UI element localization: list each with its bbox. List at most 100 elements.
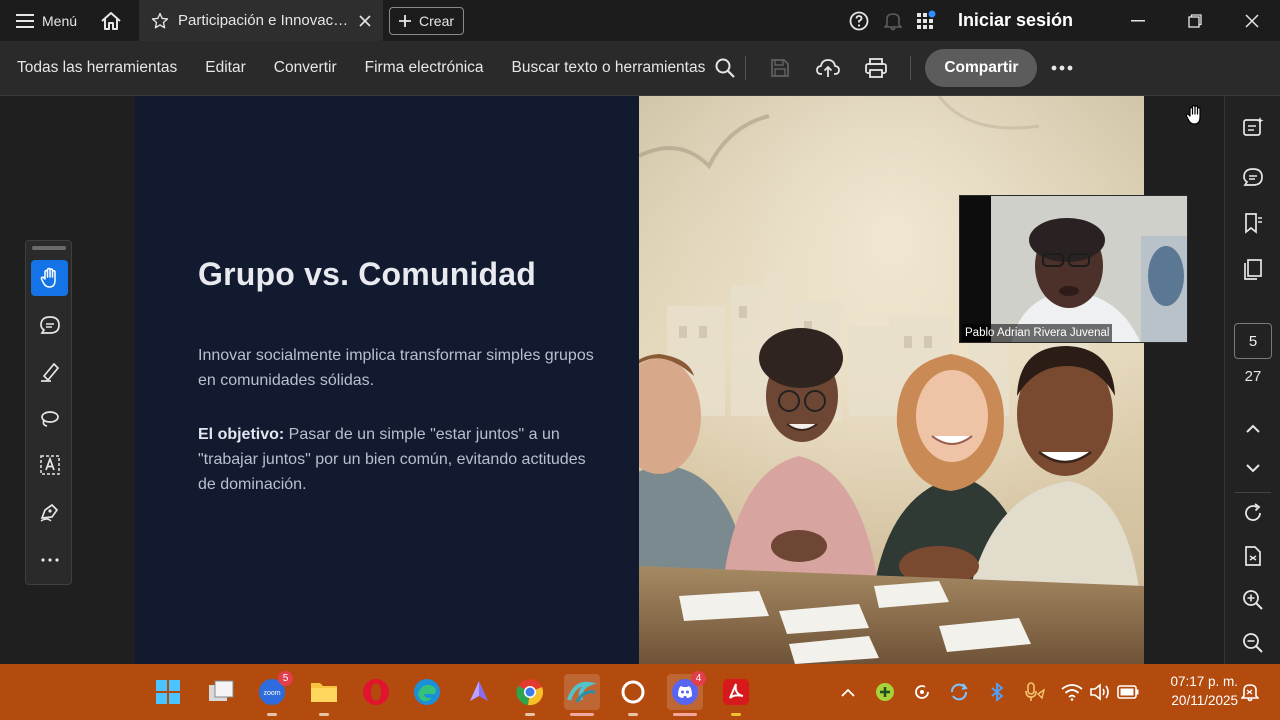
opera-button[interactable] <box>358 674 394 710</box>
star-icon[interactable] <box>151 12 169 30</box>
svg-text:zoom: zoom <box>263 690 280 697</box>
hand-tool-button[interactable] <box>31 260 68 296</box>
minimize-button[interactable] <box>1109 0 1166 41</box>
rail-drag-handle[interactable] <box>32 246 66 250</box>
previous-page-button[interactable] <box>1239 414 1267 442</box>
notification-bell-icon <box>1241 684 1259 702</box>
wifi-button[interactable] <box>1060 680 1084 704</box>
battery-icon <box>1117 685 1139 699</box>
comment-tool-button[interactable] <box>31 308 68 344</box>
microphone-button[interactable] <box>1023 680 1047 704</box>
sign-tool-button[interactable] <box>31 494 68 530</box>
show-hidden-icons-button[interactable] <box>836 680 860 704</box>
hand-cursor-icon <box>1185 104 1201 125</box>
notifications-button[interactable] <box>876 0 910 41</box>
share-button[interactable]: Compartir <box>925 49 1038 87</box>
document-viewport[interactable]: Grupo vs. Comunidad Innovar socialmente … <box>0 96 1224 664</box>
convert-link[interactable]: Convertir <box>260 59 351 77</box>
home-button[interactable] <box>91 0 131 41</box>
notification-center-button[interactable] <box>1238 680 1262 704</box>
current-page-input[interactable]: 5 <box>1234 323 1272 359</box>
lasso-icon <box>40 411 59 427</box>
main-toolbar: Todas las herramientas Editar Convertir … <box>0 41 1280 96</box>
wave-app-button[interactable] <box>564 674 600 716</box>
chrome-button[interactable] <box>512 674 548 716</box>
acrobat-taskbar-button[interactable] <box>718 674 754 716</box>
save-button[interactable] <box>756 41 804 96</box>
more-tools-button[interactable] <box>31 542 68 578</box>
tray-app-button[interactable] <box>873 680 897 704</box>
chevron-down-icon <box>1246 463 1260 472</box>
search-icon <box>715 58 736 78</box>
print-button[interactable] <box>852 41 900 96</box>
search-label: Buscar texto o herramientas <box>511 59 706 76</box>
restore-button[interactable] <box>1166 0 1223 41</box>
comment-icon <box>39 316 60 334</box>
file-explorer-button[interactable] <box>306 674 342 716</box>
more-options-button[interactable] <box>1037 41 1087 96</box>
help-button[interactable] <box>842 0 876 41</box>
running-indicator <box>628 713 638 716</box>
bluetooth-button[interactable] <box>985 680 1009 704</box>
pages-icon <box>1244 259 1262 280</box>
sync-icon <box>915 685 929 699</box>
sign-icon <box>40 503 58 522</box>
openvpn-button[interactable] <box>615 674 651 716</box>
battery-button[interactable] <box>1116 680 1140 704</box>
next-page-button[interactable] <box>1239 454 1267 482</box>
bookmarks-icon <box>1245 213 1262 234</box>
volume-button[interactable] <box>1088 680 1112 704</box>
ai-assistant-icon <box>1243 117 1264 136</box>
start-button[interactable] <box>150 674 186 710</box>
copilot-button[interactable] <box>461 674 497 710</box>
slide-text-panel: Grupo vs. Comunidad Innovar socialmente … <box>135 96 639 664</box>
video-call-overlay[interactable]: Pablo Adrian Rivera Juvenal <box>959 195 1188 343</box>
more-icon <box>40 558 59 562</box>
zoom-out-icon <box>1243 633 1263 653</box>
pages-panel-button[interactable] <box>1239 255 1267 283</box>
clock-date: 20/11/2025 <box>1171 693 1238 708</box>
esign-link[interactable]: Firma electrónica <box>351 59 498 77</box>
page-info-button[interactable] <box>1239 542 1267 570</box>
document-tab[interactable]: Participación e Innovación Social <box>139 0 384 41</box>
all-tools-link[interactable]: Todas las herramientas <box>0 59 191 77</box>
rotate-button[interactable] <box>1239 499 1267 527</box>
create-button[interactable]: Crear <box>389 6 465 35</box>
zoom-app-button[interactable]: zoom 5 <box>254 671 293 716</box>
acrobat-icon <box>723 679 749 705</box>
running-indicator <box>731 713 741 716</box>
running-indicator <box>267 713 277 716</box>
lasso-tool-button[interactable] <box>31 401 68 437</box>
home-icon <box>101 11 121 30</box>
slide-page: Grupo vs. Comunidad Innovar socialmente … <box>135 96 1144 664</box>
plus-icon <box>399 14 412 27</box>
toolbar-divider <box>745 56 747 80</box>
signin-link[interactable]: Iniciar sesión <box>958 10 1073 31</box>
ai-assistant-button[interactable] <box>1239 113 1267 141</box>
restore-icon <box>1187 13 1202 28</box>
comments-panel-button[interactable] <box>1239 164 1267 192</box>
system-clock[interactable]: 07:17 p. m. 20/11/2025 <box>1148 672 1238 710</box>
menu-button[interactable]: Menú <box>0 0 91 41</box>
zoom-out-button[interactable] <box>1239 629 1267 657</box>
search-tools-button[interactable]: Buscar texto o herramientas <box>512 58 736 78</box>
edge-button[interactable] <box>409 674 445 710</box>
bookmarks-button[interactable] <box>1239 209 1267 237</box>
objective-label: El objetivo: <box>198 426 285 443</box>
zoom-in-icon <box>1243 590 1263 610</box>
task-view-button[interactable] <box>203 674 239 710</box>
zoom-in-button[interactable] <box>1239 586 1267 614</box>
upload-button[interactable] <box>804 41 852 96</box>
microphone-icon <box>1025 682 1046 701</box>
close-icon <box>1244 13 1259 28</box>
close-tab-icon[interactable] <box>359 14 371 27</box>
highlight-tool-button[interactable] <box>31 354 68 390</box>
text-box-tool-button[interactable] <box>31 447 68 483</box>
tray-sync-button[interactable] <box>910 680 934 704</box>
discord-button[interactable]: 4 <box>667 671 706 716</box>
close-window-button[interactable] <box>1223 0 1280 41</box>
edit-link[interactable]: Editar <box>191 59 260 77</box>
tray-update-button[interactable] <box>947 680 971 704</box>
chrome-icon <box>516 679 544 706</box>
apps-button[interactable] <box>910 0 944 41</box>
